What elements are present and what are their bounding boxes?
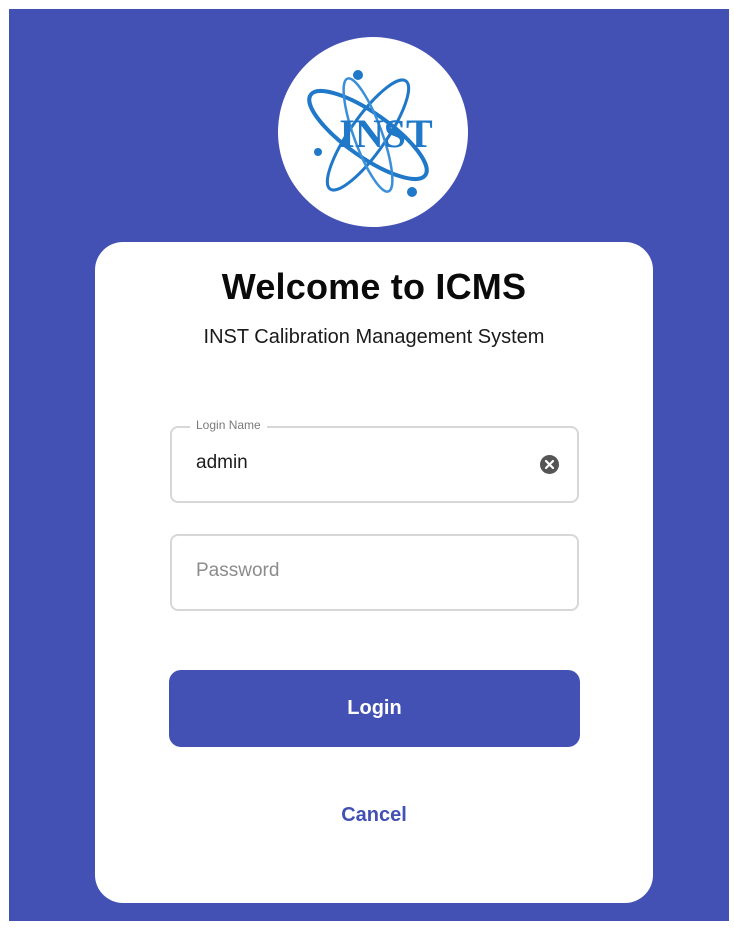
page-title: Welcome to ICMS xyxy=(221,266,527,307)
atom-logo-icon: INST xyxy=(307,70,433,197)
login-button[interactable]: Login xyxy=(169,670,580,747)
page-subtitle: INST Calibration Management System xyxy=(203,326,545,348)
login-card: Welcome to ICMS INST Calibration Managem… xyxy=(95,242,653,903)
clear-icon[interactable] xyxy=(540,455,559,474)
svg-text:INST: INST xyxy=(339,111,433,156)
password-placeholder[interactable]: Password xyxy=(196,560,279,582)
logo: INST xyxy=(278,37,468,227)
login-name-label: Login Name xyxy=(190,418,267,432)
password-field[interactable]: Password xyxy=(170,534,579,611)
cancel-button[interactable]: Cancel xyxy=(95,804,653,827)
login-name-field[interactable]: Login Name admin xyxy=(170,418,579,503)
login-name-value[interactable]: admin xyxy=(196,452,248,474)
